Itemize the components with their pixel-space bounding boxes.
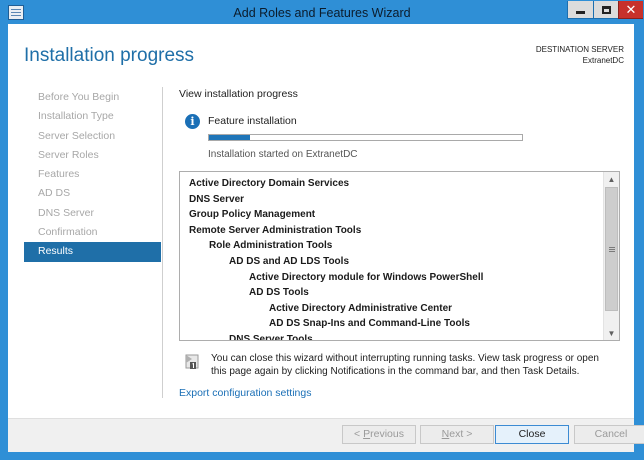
next-button[interactable]: Next > [420,425,494,444]
scroll-thumb[interactable] [605,187,618,311]
close-wizard-note: You can close this wizard without interr… [211,353,599,377]
feature-list-item: Active Directory Domain Services [189,178,350,189]
feature-list-item: AD DS and AD LDS Tools [229,256,349,267]
close-button[interactable]: Close [495,425,569,444]
nav-item-server-selection[interactable]: Server Selection [24,127,161,146]
destination-server-name: ExtranetDC [582,56,624,65]
installation-started-label: Installation started on ExtranetDC [208,149,358,160]
wizard-footer: < Previous Next > Close Cancel [8,418,644,452]
feature-list-item: Active Directory Administrative Center [269,302,453,314]
features-list-content: Active Directory Domain Services DNS Serv… [180,172,604,340]
nav-item-server-roles[interactable]: Server Roles [24,146,161,165]
destination-server-label: DESTINATION SERVER [535,45,624,54]
feature-list-item: AD DS Snap-Ins and Command-Line Tools [269,318,470,330]
maximize-icon [601,5,611,14]
progress-fill [209,135,250,140]
window-title: Add Roles and Features Wizard [233,6,411,20]
nav-item-features[interactable]: Features [24,165,161,184]
wizard-nav: Before You Begin Installation Type Server … [24,88,161,262]
next-rest: ext > [449,428,473,440]
feature-list-item: Active Directory module for Windows Powe… [249,271,484,283]
previous-button[interactable]: < Previous [342,425,416,444]
view-progress-label: View installation progress [179,88,298,100]
nav-item-dns-server[interactable]: DNS Server [24,204,161,223]
nav-item-ad-ds[interactable]: AD DS [24,184,161,203]
scroll-up-arrow-icon[interactable]: ▲ [604,172,619,186]
feature-list-item: AD DS Tools [249,287,309,299]
close-window-button[interactable]: ✕ [618,1,643,19]
wizard-content: Installation progress DESTINATION SERVER… [8,24,634,418]
close-icon: ✕ [625,2,637,17]
minimize-button[interactable] [567,1,593,19]
maximize-button[interactable] [593,1,618,19]
scroll-down-arrow-icon[interactable]: ▼ [604,326,619,340]
title-bar[interactable]: Add Roles and Features Wizard ✕ [1,1,643,25]
minimize-icon [576,11,585,14]
feature-list-item: Role Administration Tools [209,240,333,252]
nav-divider [162,87,163,398]
nav-item-results[interactable]: Results [24,242,161,262]
nav-item-installation-type[interactable]: Installation Type [24,107,161,126]
feature-list-item: Remote Server Administration Tools [189,224,362,236]
feature-list-item: Group Policy Management [189,209,316,221]
nav-item-before-you-begin[interactable]: Before You Begin [24,88,161,107]
feature-list-item: DNS Server Tools [229,334,313,340]
features-list[interactable]: Active Directory Domain Services DNS Serv… [179,171,620,341]
previous-prefix: < [354,428,364,440]
export-configuration-link[interactable]: Export configuration settings [179,387,312,399]
feature-list-item: DNS Server [189,193,245,205]
features-list-scrollbar[interactable]: ▲ ▼ [603,172,619,340]
notification-flag-icon [185,354,199,369]
scroll-grip-icon [608,248,615,250]
cancel-button[interactable]: Cancel [574,425,644,444]
nav-item-confirmation[interactable]: Confirmation [24,223,161,242]
page-title: Installation progress [24,45,195,66]
previous-rest: revious [370,428,404,440]
installation-progress-bar [208,134,523,141]
info-icon: i [185,114,200,129]
feature-installation-label: Feature installation [208,115,297,127]
